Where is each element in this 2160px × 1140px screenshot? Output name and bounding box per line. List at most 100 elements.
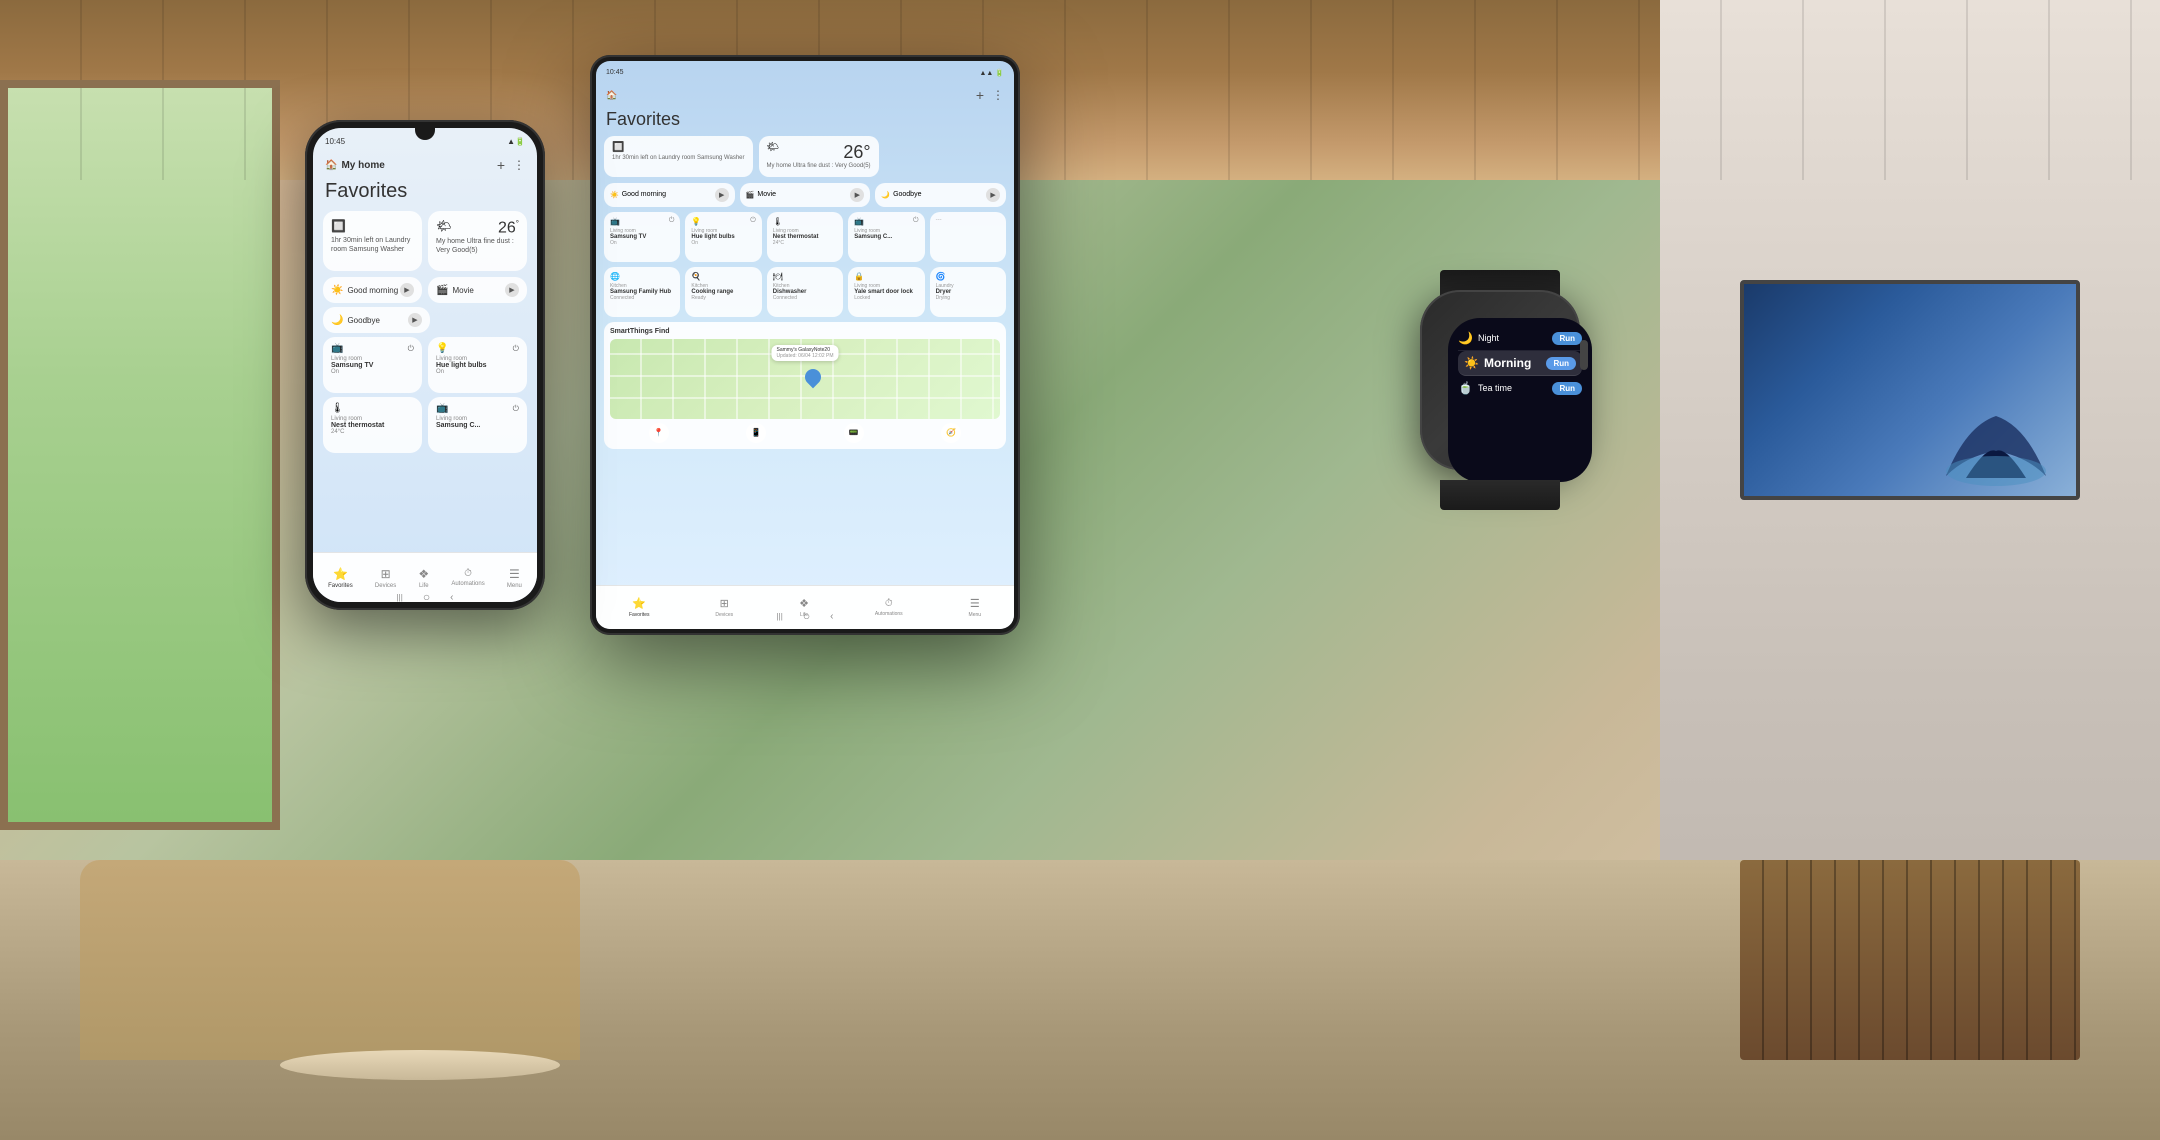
- tablet-header: 🏠 + ⋮: [596, 81, 1014, 109]
- tablet-map-icon-device[interactable]: 📟: [844, 423, 864, 443]
- cabinet-lines: [1740, 860, 2080, 1060]
- phone-top-cards: 🔲 1hr 30min left on Laundry room Samsung…: [323, 211, 527, 271]
- tablet-more-button[interactable]: ⋮: [992, 88, 1004, 102]
- tablet-device-family-hub[interactable]: 🌐 Kitchen Samsung Family Hub Connected: [604, 267, 680, 317]
- tablet-map-icon-phone[interactable]: 📱: [746, 423, 766, 443]
- phone-hue-status: On: [436, 369, 519, 375]
- tablet-nav-favorites[interactable]: ⭐ Favorites: [629, 597, 650, 618]
- tablet-device-samsung-c[interactable]: 📺 ⏻ Living room Samsung C...: [848, 212, 924, 262]
- phone-weather-card[interactable]: 🌤 26° My home Ultra fine dust : Very Goo…: [428, 211, 527, 271]
- phone-nav-menu[interactable]: ☰ Menu: [507, 567, 522, 589]
- coffee-table: [280, 1050, 560, 1080]
- tablet-washer-card[interactable]: 🔲 1hr 30min left on Laundry room Samsung…: [604, 136, 753, 177]
- tablet-device-thermostat[interactable]: 🌡 Living room Nest thermostat 24°C: [767, 212, 843, 262]
- tablet-device-hue[interactable]: 💡 ⏻ Living room Hue light bulbs On: [685, 212, 761, 262]
- tablet-map-icon-compass[interactable]: 🧭: [941, 423, 961, 443]
- tablet-weather-text: My home Ultra fine dust : Very Good(5): [767, 163, 871, 171]
- watch-strap-bottom: [1440, 480, 1560, 510]
- tablet-device-lock[interactable]: 🔒 Living room Yale smart door lock Locke…: [848, 267, 924, 317]
- tablet-map-area: Sammy's GalaxyNote20 Updated: 06/04 12:0…: [610, 339, 1000, 419]
- phone-device-thermostat[interactable]: 🌡 Living room Nest thermostat 24°C: [323, 397, 422, 453]
- tablet-device-range[interactable]: 🍳 Kitchen Cooking range Ready: [685, 267, 761, 317]
- phone-scene-morning[interactable]: ☀️ Good morning ▶: [323, 277, 422, 303]
- phone-samsung-c-power-icon[interactable]: ⏻: [513, 404, 519, 414]
- phone-scene-goodbye[interactable]: 🌙 Goodbye ▶: [323, 307, 430, 333]
- tablet-device-tv[interactable]: 📺 ⏻ Living room Samsung TV On: [604, 212, 680, 262]
- phone-nav-life-label: Life: [419, 583, 429, 589]
- phone-menu-button[interactable]: ⋮: [513, 158, 525, 172]
- smartphone: 10:45 ▲🔋 🏠 My home + ⋮ Favorites 🔲 1hr 3…: [305, 120, 545, 610]
- watch-night-scene[interactable]: 🌙 Night Run: [1458, 326, 1582, 351]
- tablet-status-bar: 10:45 ▲▲ 🔋: [596, 61, 1014, 81]
- tablet-scene-movie-play[interactable]: ▶: [850, 188, 864, 202]
- tablet-favorites-title: Favorites: [606, 109, 680, 130]
- phone-devices-row-1: 📺 ⏻ Living room Samsung TV On 💡 ⏻ Living…: [323, 337, 527, 393]
- tablet-scene-movie[interactable]: 🎬 Movie ▶: [740, 183, 871, 207]
- phone-washer-text: 1hr 30min left on Laundry room Samsung W…: [331, 236, 414, 254]
- phone-device-samsung-c[interactable]: 📺 ⏻ Living room Samsung C...: [428, 397, 527, 453]
- watch-morning-run-button[interactable]: Run: [1546, 357, 1576, 370]
- phone-nav-menu-label: Menu: [507, 583, 522, 589]
- tablet-nav-automations[interactable]: ⏱ Automations: [875, 598, 903, 617]
- phone-scene-movie-play[interactable]: ▶: [505, 283, 519, 297]
- phone-samsung-c-name: Samsung C...: [436, 422, 519, 429]
- tablet-samsung-c-name: Samsung C...: [854, 234, 918, 240]
- watch-night-run-button[interactable]: Run: [1552, 332, 1582, 345]
- phone-device-tv[interactable]: 📺 ⏻ Living room Samsung TV On: [323, 337, 422, 393]
- phone-device-hue[interactable]: 💡 ⏻ Living room Hue light bulbs On: [428, 337, 527, 393]
- tablet-nav-devices[interactable]: ⊞ Devices: [715, 597, 733, 618]
- tablet-hue-status: On: [691, 240, 755, 246]
- tablet-scene-morning[interactable]: ☀️ Good morning ▶: [604, 183, 735, 207]
- phone-nav-life[interactable]: ❖ Life: [418, 567, 429, 589]
- tablet-weather-card[interactable]: 🌤 26° My home Ultra fine dust : Very Goo…: [759, 136, 879, 177]
- tablet-nav-menu[interactable]: ☰ Menu: [969, 597, 982, 618]
- tablet-status-icons: ▲▲ 🔋: [979, 69, 1004, 77]
- phone-tv-status: On: [331, 369, 414, 375]
- tablet-dryer-status: Drying: [936, 295, 1000, 301]
- tablet-devices-row-1: 📺 ⏻ Living room Samsung TV On 💡 ⏻ Living…: [604, 212, 1006, 262]
- phone-nav-favorites[interactable]: ⭐ Favorites: [328, 567, 353, 589]
- phone-home-title: My home: [341, 160, 496, 171]
- tablet-tv-status: On: [610, 240, 674, 246]
- tablet: 10:45 ▲▲ 🔋 🏠 + ⋮ Favorites 🔲 1hr 30min l…: [590, 55, 1020, 635]
- phone-scene-movie[interactable]: 🎬 Movie ▶: [428, 277, 527, 303]
- watch-night-label: Night: [1478, 333, 1499, 343]
- tablet-home-icon: 🏠: [606, 90, 617, 101]
- tablet-map-icon-location[interactable]: 📍: [649, 423, 669, 443]
- tablet-lock-name: Yale smart door lock: [854, 289, 918, 295]
- phone-scene-goodbye-play[interactable]: ▶: [408, 313, 422, 327]
- watch-crown[interactable]: [1580, 340, 1588, 370]
- tablet-scene-goodbye[interactable]: 🌙 Goodbye ▶: [875, 183, 1006, 207]
- home-icon: 🏠: [325, 160, 337, 171]
- tablet-samsung-c-power[interactable]: ⏻: [913, 217, 919, 226]
- tablet-device-dryer[interactable]: 🌀 Laundry Dryer Drying: [930, 267, 1006, 317]
- tablet-scene-morning-play[interactable]: ▶: [715, 188, 729, 202]
- phone-scene-movie-label: Movie: [452, 286, 473, 295]
- phone-signal: ▲🔋: [507, 137, 525, 146]
- tablet-map-icon-row: 📍 📱 📟 🧭: [610, 423, 1000, 443]
- tablet-device-dishwasher[interactable]: 🍽 Kitchen Dishwasher Connected: [767, 267, 843, 317]
- tablet-add-button[interactable]: +: [976, 87, 984, 103]
- tablet-scene-goodbye-play[interactable]: ▶: [986, 188, 1000, 202]
- phone-header: 🏠 My home + ⋮: [313, 150, 537, 180]
- phone-devices-row-2: 🌡 Living room Nest thermostat 24°C 📺 ⏻ L…: [323, 397, 527, 453]
- phone-tv-power-icon[interactable]: ⏻: [408, 344, 414, 354]
- phone-nav-automations[interactable]: ⏱ Automations: [451, 568, 484, 587]
- phone-hue-power-icon[interactable]: ⏻: [513, 344, 519, 354]
- watch-teatime-run-button[interactable]: Run: [1552, 382, 1582, 395]
- tablet-hue-power[interactable]: ⏻: [750, 217, 756, 226]
- phone-add-button[interactable]: +: [497, 157, 505, 173]
- watch-morning-scene[interactable]: ☀️ Morning Run: [1458, 351, 1582, 376]
- tablet-tv-power[interactable]: ⏻: [669, 217, 675, 226]
- watch-morning-icon: ☀️: [1464, 356, 1479, 370]
- phone-washer-card[interactable]: 🔲 1hr 30min left on Laundry room Samsung…: [323, 211, 422, 271]
- phone-temp: 26°: [498, 219, 519, 237]
- watch-teatime-scene[interactable]: 🍵 Tea time Run: [1458, 376, 1582, 400]
- phone-nav-devices[interactable]: ⊞ Devices: [375, 567, 396, 589]
- tablet-smartthings-find[interactable]: SmartThings Find Sammy's GalaxyNote20 Up…: [604, 322, 1006, 449]
- phone-content: Favorites 🔲 1hr 30min left on Laundry ro…: [313, 180, 537, 552]
- tablet-range-status: Ready: [691, 295, 755, 301]
- sofa: [80, 860, 580, 1060]
- phone-scene-goodbye-label: Goodbye: [347, 316, 379, 325]
- phone-scene-morning-play[interactable]: ▶: [400, 283, 414, 297]
